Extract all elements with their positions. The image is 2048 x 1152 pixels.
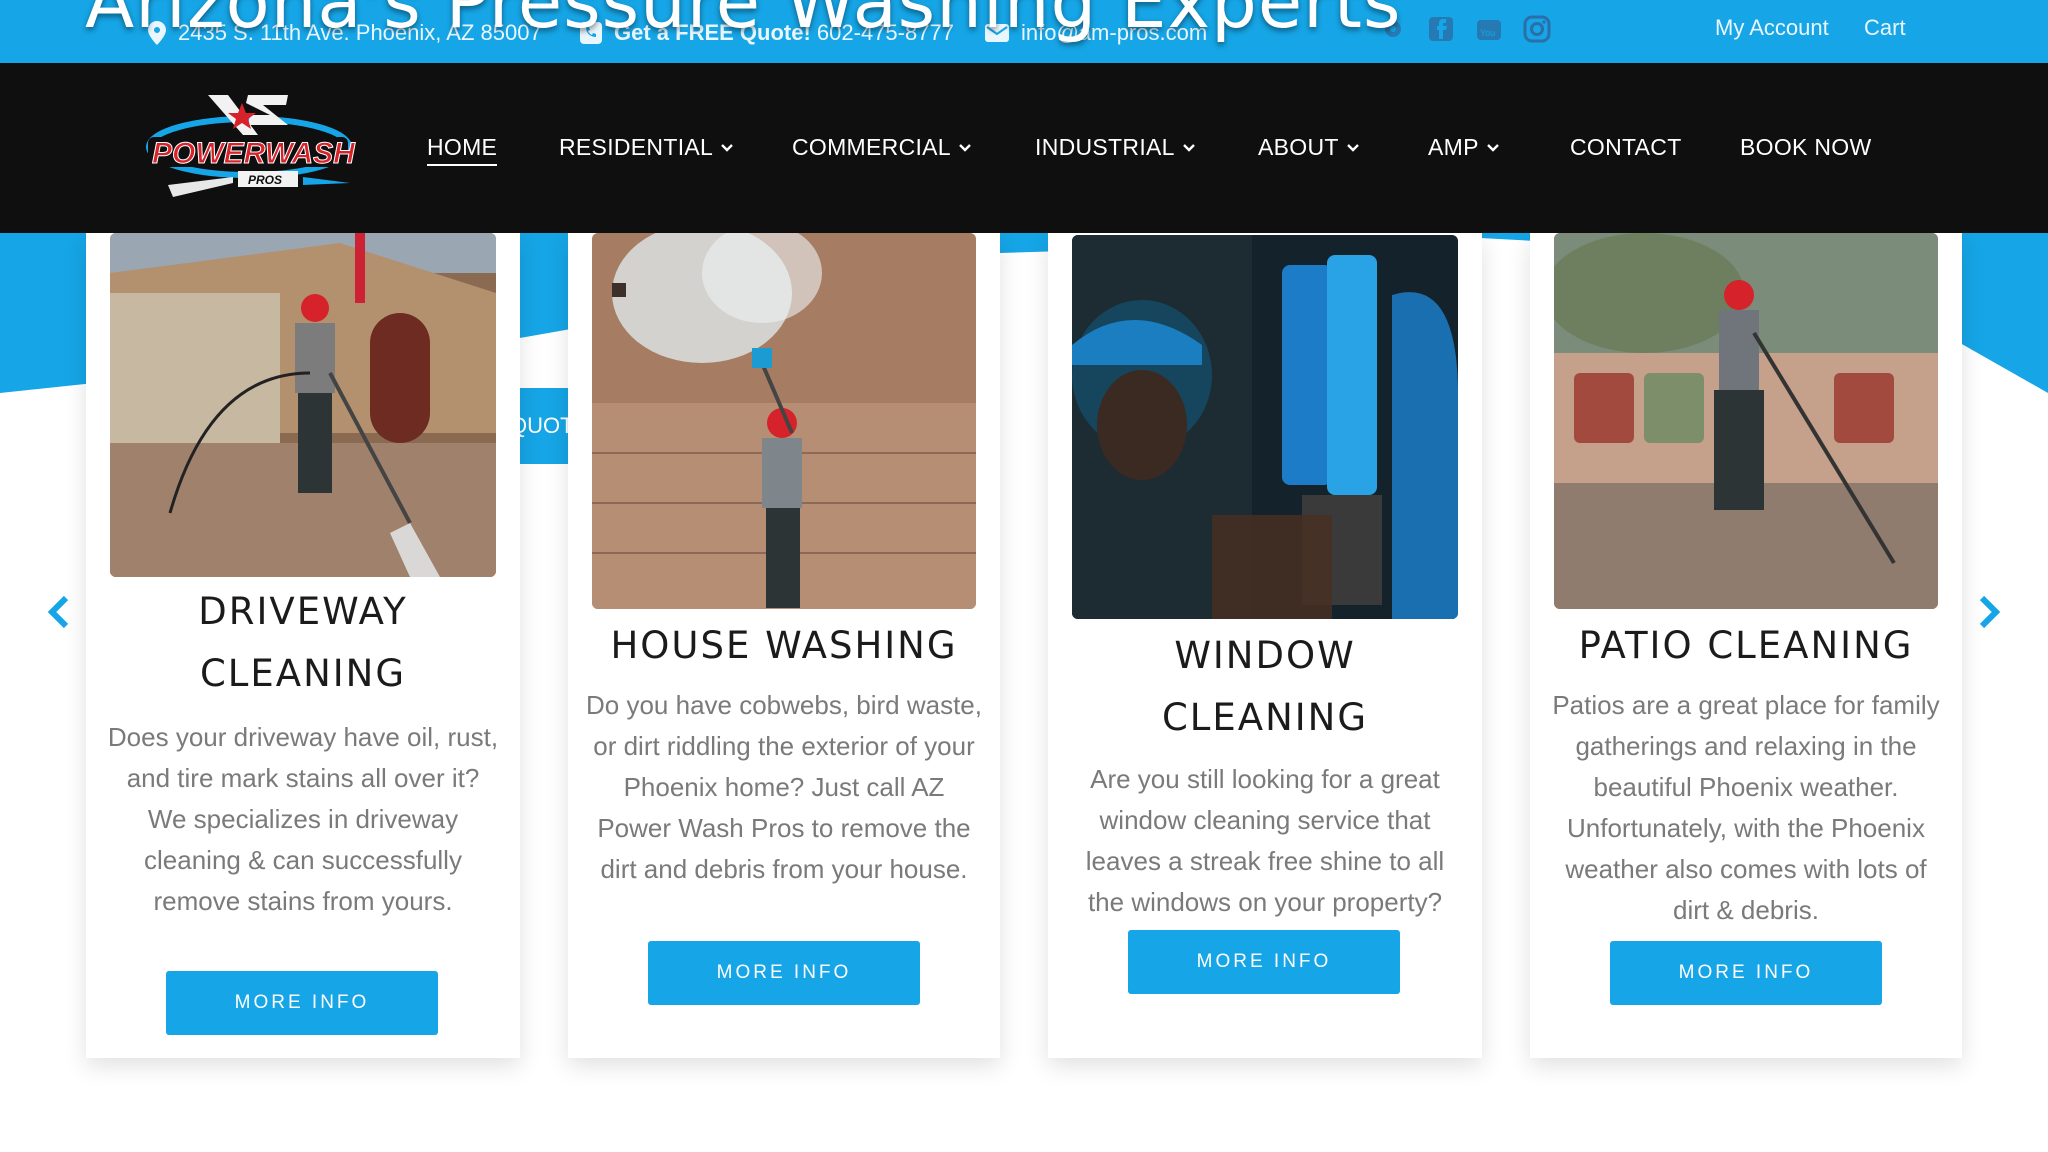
card-description: Does your driveway have oil, rust, and t… — [107, 722, 499, 916]
nav-commercial[interactable]: COMMERCIAL — [792, 134, 971, 161]
hero-title: Arizona's Pressure Washing Experts — [85, 0, 1402, 44]
nav-residential[interactable]: RESIDENTIAL — [559, 134, 733, 161]
main-nav: POWERWASH PROS HOME RESIDENTIAL COMMERCI… — [0, 63, 2048, 233]
card-title: HOUSE WASHING — [568, 615, 1000, 677]
nav-home-label: HOME — [427, 134, 498, 166]
az-powerwash-logo[interactable]: POWERWASH PROS — [138, 85, 360, 210]
nav-residential-label: RESIDENTIAL — [559, 134, 714, 160]
card-title-line2: CLEANING — [199, 652, 407, 695]
nav-book-now[interactable]: BOOK NOW — [1740, 134, 1871, 161]
service-card-window: WINDOW CLEANING Are you still looking for… — [1048, 233, 1482, 1058]
card-description: Patios are a great place for family gath… — [1552, 690, 1940, 925]
card-title-line2: CLEANING — [1161, 696, 1369, 739]
nav-amp-label: AMP — [1428, 134, 1479, 160]
chevron-down-icon — [1182, 143, 1195, 152]
chevron-down-icon — [1346, 143, 1359, 152]
nav-about[interactable]: ABOUT — [1258, 134, 1359, 161]
nav-contact-label: CONTACT — [1570, 134, 1682, 160]
card-title: WINDOW CLEANING — [1048, 625, 1482, 749]
svg-text:You: You — [1480, 28, 1495, 38]
card-title: PATIO CLEANING — [1530, 615, 1962, 677]
svg-text:POWERWASH: POWERWASH — [152, 137, 356, 170]
chevron-down-icon — [721, 143, 733, 152]
more-info-button[interactable]: MORE INFO — [1128, 930, 1400, 994]
nav-industrial-label: INDUSTRIAL — [1035, 134, 1175, 160]
nav-industrial[interactable]: INDUSTRIAL — [1035, 134, 1195, 161]
more-info-button[interactable]: MORE INFO — [1610, 941, 1882, 1005]
driveway-cleaning-photo — [110, 233, 496, 577]
window-cleaning-photo — [1072, 235, 1458, 619]
my-account-link[interactable]: My Account — [1715, 15, 1829, 41]
card-title-line1: PATIO CLEANING — [1578, 624, 1914, 667]
service-card-driveway: DRIVEWAY CLEANING Does your driveway have… — [86, 233, 520, 1058]
card-title-line1: WINDOW — [1174, 634, 1356, 677]
chevron-left-icon[interactable] — [44, 592, 74, 632]
nav-home[interactable]: HOME — [427, 134, 498, 166]
nav-contact[interactable]: CONTACT — [1570, 134, 1682, 161]
more-info-button[interactable]: MORE INFO — [166, 971, 438, 1035]
chevron-down-icon — [959, 143, 971, 152]
chevron-right-icon[interactable] — [1974, 592, 2004, 632]
nav-commercial-label: COMMERCIAL — [792, 134, 951, 160]
facebook-icon[interactable] — [1426, 14, 1456, 44]
service-card-house-washing: HOUSE WASHING Do you have cobwebs, bird … — [568, 233, 1000, 1058]
patio-cleaning-photo — [1554, 233, 1938, 609]
card-title-line1: HOUSE WASHING — [610, 624, 958, 667]
card-description: Do you have cobwebs, bird waste, or dirt… — [586, 690, 982, 884]
social-icons: You — [1378, 14, 1552, 44]
quote-tab[interactable]: QUOTE! — [520, 388, 568, 464]
svg-text:PROS: PROS — [248, 173, 282, 187]
service-card-patio: PATIO CLEANING Patios are a great place … — [1530, 233, 1962, 1058]
youtube-icon[interactable]: You — [1474, 14, 1504, 44]
card-title: DRIVEWAY CLEANING — [86, 581, 520, 705]
house-washing-photo — [592, 233, 976, 609]
chevron-down-icon — [1486, 143, 1499, 152]
cart-link[interactable]: Cart — [1864, 15, 1906, 41]
nav-about-label: ABOUT — [1258, 134, 1339, 160]
nav-amp[interactable]: AMP — [1428, 134, 1499, 161]
card-title-line1: DRIVEWAY — [198, 590, 408, 633]
nav-book-now-label: BOOK NOW — [1740, 134, 1872, 160]
card-description: Are you still looking for a great window… — [1085, 764, 1445, 917]
instagram-icon[interactable] — [1522, 14, 1552, 44]
more-info-button[interactable]: MORE INFO — [648, 941, 920, 1005]
